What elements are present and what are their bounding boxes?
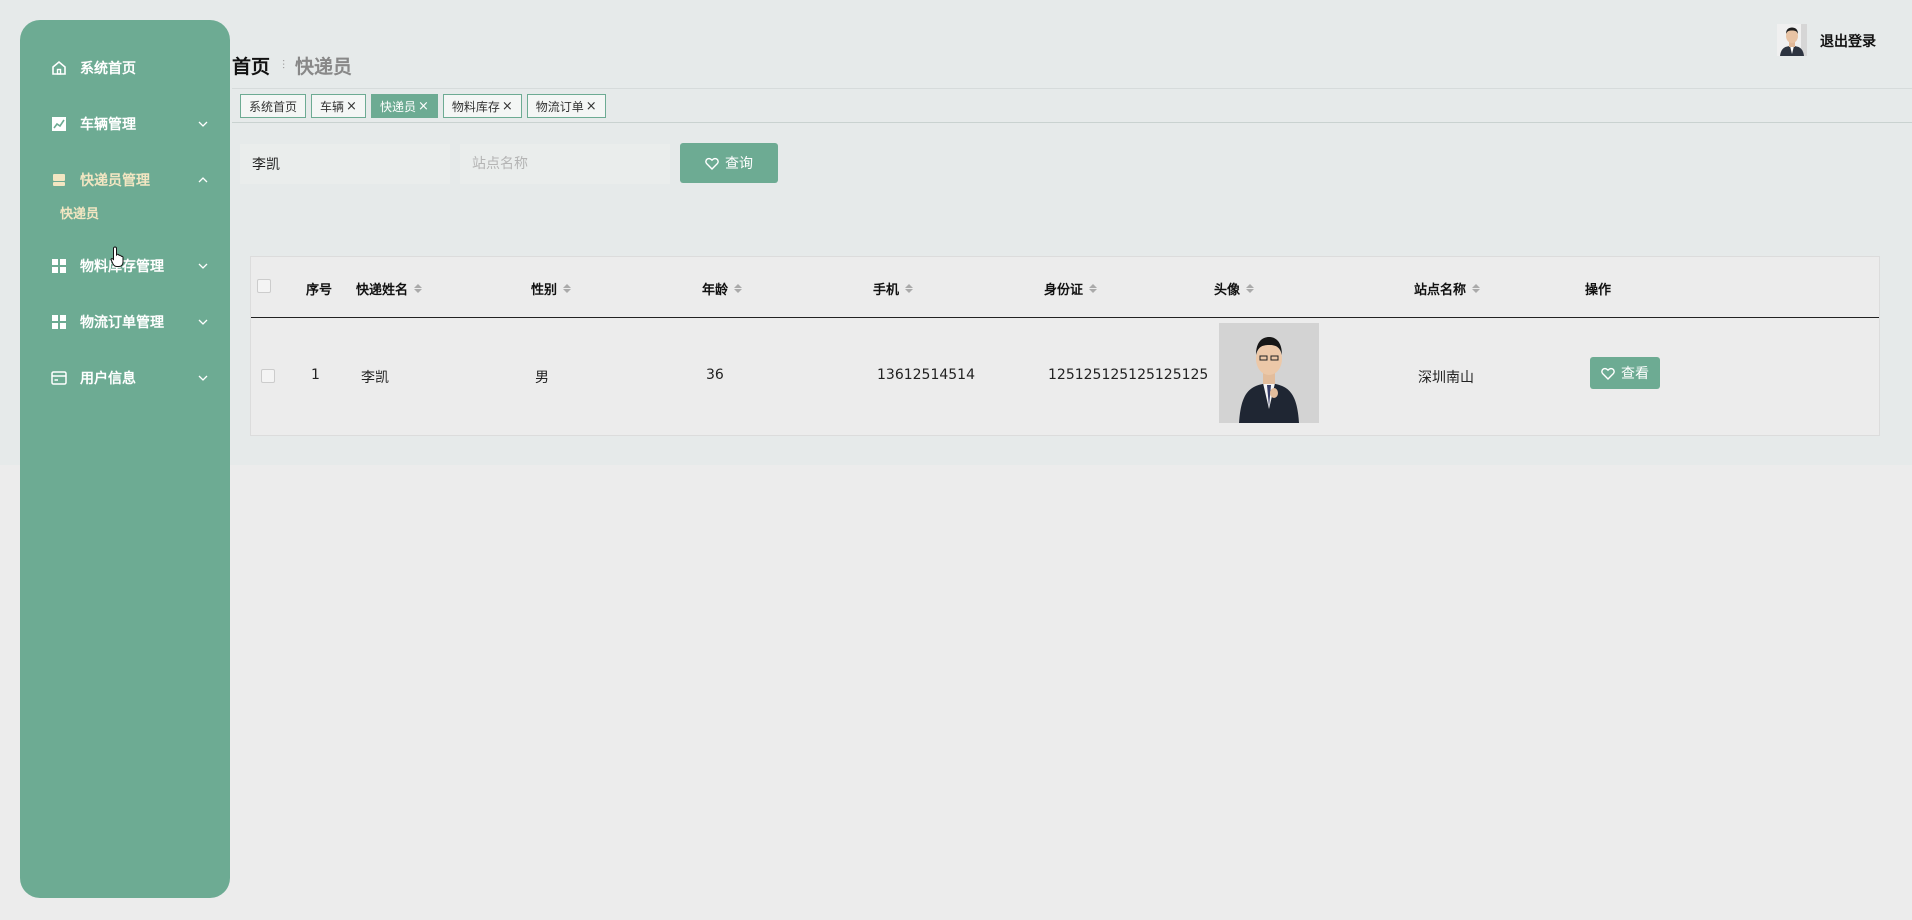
sidebar-item-label: 物流订单管理 xyxy=(80,315,164,331)
column-header-id-card[interactable]: 身份证 xyxy=(1044,279,1098,298)
cell-index: 1 xyxy=(311,367,320,383)
breadcrumb-separator-icon: ⫶ xyxy=(282,57,286,72)
courier-table: 序号 快递姓名 性别 年龄 手机 身份证 头像 站点名称 操作 1 李凯 男 3… xyxy=(250,256,1880,436)
cell-phone: 13612514514 xyxy=(877,367,975,383)
grid-icon xyxy=(50,313,68,331)
sidebar-subitem-courier[interactable]: 快递员 xyxy=(20,194,230,230)
logout-button[interactable]: 退出登录 xyxy=(1820,31,1876,51)
sidebar-item-label: 用户信息 xyxy=(80,371,136,387)
view-button[interactable]: 查看 xyxy=(1590,357,1660,389)
close-icon[interactable]: × xyxy=(346,99,357,114)
sort-icon[interactable] xyxy=(1089,284,1098,293)
avatar[interactable] xyxy=(1777,24,1807,56)
hand-cursor-icon xyxy=(110,246,124,267)
tags-divider xyxy=(232,122,1912,123)
cell-station: 深圳南山 xyxy=(1418,370,1474,386)
tag-label: 快递员 xyxy=(379,99,416,114)
tag-courier[interactable]: 快递员 × xyxy=(370,94,438,118)
tag-label: 物流订单 xyxy=(535,99,584,114)
column-header-actions: 操作 xyxy=(1585,283,1612,298)
tag-inventory[interactable]: 物料库存 × xyxy=(442,94,522,118)
sort-icon[interactable] xyxy=(905,284,914,293)
breadcrumb-current: 快递员 xyxy=(295,55,353,78)
chevron-down-icon xyxy=(198,375,208,381)
cell-age: 36 xyxy=(706,367,724,383)
sidebar-item-vehicle[interactable]: 车辆管理 xyxy=(20,104,230,144)
search-button-label: 查询 xyxy=(725,156,753,172)
chevron-down-icon xyxy=(198,263,208,269)
chevron-up-icon xyxy=(198,177,208,183)
tag-label: 车辆 xyxy=(320,99,345,114)
header-divider xyxy=(232,88,1912,89)
tag-label: 系统首页 xyxy=(249,99,298,114)
heart-icon xyxy=(705,157,719,170)
sort-icon[interactable] xyxy=(563,284,572,293)
column-header-index: 序号 xyxy=(306,283,333,298)
search-button[interactable]: 查询 xyxy=(680,143,778,183)
close-icon[interactable]: × xyxy=(586,99,597,114)
sidebar: 系统首页 车辆管理 快递员管理 快递员 物料库存管理 物流订单管理 用户信息 xyxy=(20,20,230,898)
tag-home[interactable]: 系统首页 xyxy=(240,94,307,118)
column-header-gender[interactable]: 性别 xyxy=(531,279,572,298)
select-all-checkbox[interactable] xyxy=(257,279,271,293)
grid-icon xyxy=(50,257,68,275)
breadcrumb-home[interactable]: 首页 xyxy=(232,52,270,79)
sidebar-item-orders[interactable]: 物流订单管理 xyxy=(20,302,230,342)
column-header-phone[interactable]: 手机 xyxy=(873,279,914,298)
home-icon xyxy=(50,59,68,77)
column-header-age[interactable]: 年龄 xyxy=(702,279,743,298)
row-checkbox[interactable] xyxy=(261,369,275,383)
sidebar-item-user-info[interactable]: 用户信息 xyxy=(20,358,230,398)
column-header-name[interactable]: 快递姓名 xyxy=(356,279,423,298)
close-icon[interactable]: × xyxy=(418,99,429,114)
sort-icon[interactable] xyxy=(414,284,423,293)
courier-avatar-image[interactable] xyxy=(1219,323,1319,423)
close-icon[interactable]: × xyxy=(502,99,513,114)
chart-icon xyxy=(50,115,68,133)
name-search-input[interactable] xyxy=(240,144,450,184)
sidebar-subitem-label: 快递员 xyxy=(60,206,100,222)
sort-icon[interactable] xyxy=(1472,284,1481,293)
card-icon xyxy=(50,369,68,387)
heart-icon xyxy=(1601,367,1615,380)
courier-icon xyxy=(50,171,68,189)
cell-id-card: 125125125125125125 xyxy=(1048,367,1209,383)
station-search-input[interactable] xyxy=(460,144,670,184)
tag-orders[interactable]: 物流订单 × xyxy=(526,94,606,118)
chevron-down-icon xyxy=(198,121,208,127)
column-header-avatar[interactable]: 头像 xyxy=(1214,279,1255,298)
sidebar-item-label: 快递员管理 xyxy=(80,173,150,189)
table-header: 序号 快递姓名 性别 年龄 手机 身份证 头像 站点名称 操作 xyxy=(251,257,1879,318)
breadcrumb: 首页 ⫶ 快递员 xyxy=(232,52,352,78)
tag-label: 物料库存 xyxy=(451,99,500,114)
column-header-station[interactable]: 站点名称 xyxy=(1414,279,1481,298)
cell-gender: 男 xyxy=(535,370,549,386)
sidebar-item-label: 车辆管理 xyxy=(80,117,136,133)
sort-icon[interactable] xyxy=(1246,284,1255,293)
sidebar-item-label: 系统首页 xyxy=(80,61,136,77)
tag-vehicle[interactable]: 车辆 × xyxy=(311,94,366,118)
view-button-label: 查看 xyxy=(1621,366,1649,382)
sort-icon[interactable] xyxy=(734,284,743,293)
sidebar-item-home[interactable]: 系统首页 xyxy=(20,48,230,88)
tags-bar: 系统首页 车辆 × 快递员 × 物料库存 × 物流订单 × xyxy=(240,94,606,118)
chevron-down-icon xyxy=(198,319,208,325)
cell-name: 李凯 xyxy=(361,370,389,386)
